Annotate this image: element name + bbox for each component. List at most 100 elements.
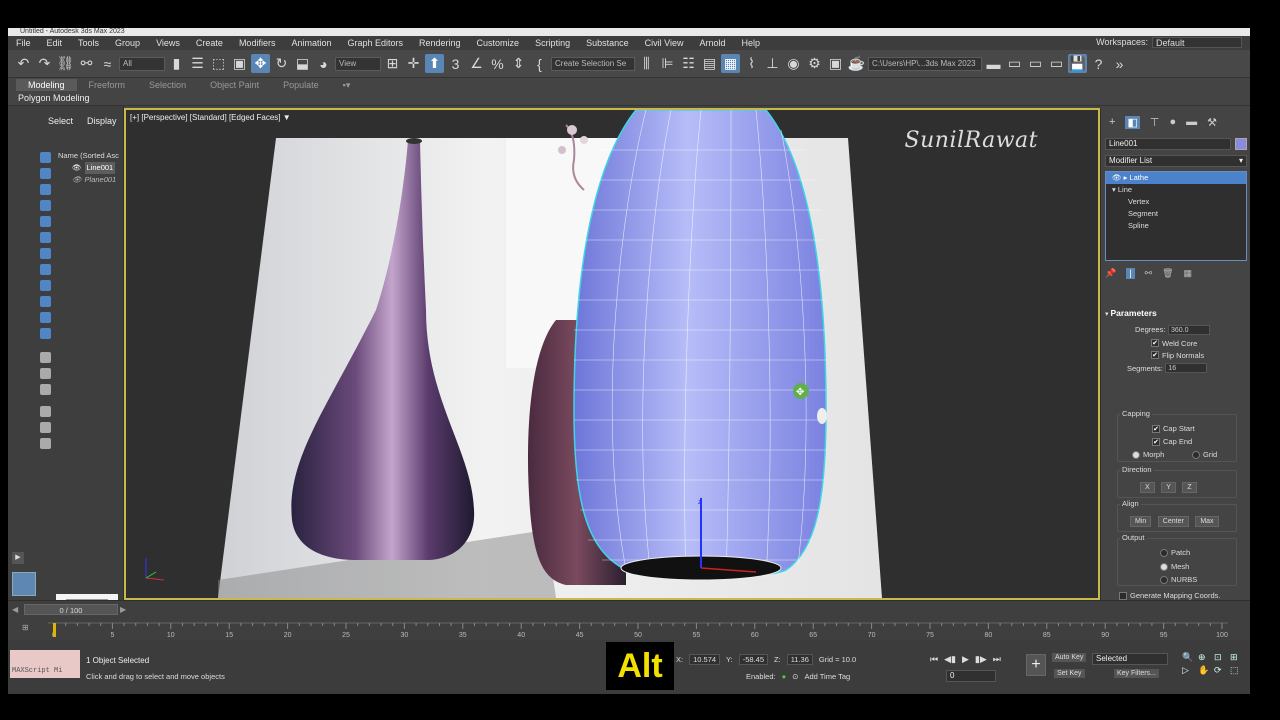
display-invert-icon[interactable] bbox=[40, 384, 51, 395]
filter-lights-icon[interactable] bbox=[40, 184, 51, 195]
direction-x-button[interactable]: X bbox=[1140, 482, 1155, 493]
stack-item-lathe[interactable]: 👁 ▸ Lathe bbox=[1106, 172, 1246, 184]
filter-hidden-icon[interactable] bbox=[40, 328, 51, 339]
z-coord-field[interactable]: 11.36 bbox=[786, 654, 813, 665]
mesh-row[interactable]: Mesh bbox=[1160, 561, 1189, 571]
filter-frozen-icon[interactable] bbox=[40, 312, 51, 323]
maximize-toggle-icon[interactable]: ⬚ bbox=[1230, 665, 1244, 676]
object-name-field[interactable]: Line001 bbox=[1105, 138, 1231, 150]
undo-icon[interactable]: ↶ bbox=[14, 54, 33, 73]
redo-icon[interactable]: ↷ bbox=[35, 54, 54, 73]
fov-icon[interactable]: ▷ bbox=[1182, 665, 1196, 676]
stack-item-segment[interactable]: Segment bbox=[1106, 208, 1246, 220]
material-editor-icon[interactable]: ◉ bbox=[784, 54, 803, 73]
filter-shapes-icon[interactable] bbox=[40, 168, 51, 179]
pin-stack-icon[interactable]: 📌 bbox=[1105, 268, 1116, 279]
next-frame-icon[interactable]: ▮▶ bbox=[975, 654, 987, 665]
workspaces-dropdown[interactable]: Default bbox=[1152, 37, 1242, 48]
go-to-start-icon[interactable]: ⏮ bbox=[930, 654, 938, 665]
patch-row[interactable]: Patch bbox=[1160, 547, 1190, 557]
pan-icon[interactable]: ✋ bbox=[1198, 665, 1212, 676]
menu-customize[interactable]: Customize bbox=[469, 38, 528, 48]
filter-groups-icon[interactable] bbox=[40, 248, 51, 259]
motion-tab-icon[interactable]: ● bbox=[1169, 116, 1176, 129]
visibility-eye-icon[interactable]: 👁 bbox=[72, 174, 82, 186]
rendered-frame-icon[interactable]: ▣ bbox=[826, 54, 845, 73]
select-rotate-icon[interactable]: ↻ bbox=[272, 54, 291, 73]
menu-group[interactable]: Group bbox=[107, 38, 148, 48]
select-by-name-icon[interactable]: ☰ bbox=[188, 54, 207, 73]
y-coord-field[interactable]: -58.45 bbox=[738, 654, 769, 665]
menu-arnold[interactable]: Arnold bbox=[691, 38, 733, 48]
ribbon-subtitle[interactable]: Polygon Modeling bbox=[18, 92, 90, 104]
select-move-icon[interactable]: ✥ bbox=[251, 54, 270, 73]
stack-item-spline[interactable]: Spline bbox=[1106, 220, 1246, 232]
ribbon-tab-modeling[interactable]: Modeling bbox=[16, 79, 77, 91]
link-icon[interactable]: ⛓ bbox=[56, 54, 75, 73]
filter-spacewarps-icon[interactable] bbox=[40, 232, 51, 243]
hierarchy-tab-icon[interactable]: ⊤ bbox=[1150, 116, 1160, 129]
play-icon[interactable]: ▶ bbox=[962, 654, 969, 665]
time-tag-icon[interactable]: ⊙ bbox=[792, 672, 798, 681]
filter-helpers-icon[interactable] bbox=[40, 216, 51, 227]
render-setup-icon[interactable]: ⚙ bbox=[805, 54, 824, 73]
menu-help[interactable]: Help bbox=[733, 38, 768, 48]
funnel-icon[interactable] bbox=[40, 422, 51, 433]
key-filters-button[interactable]: Key Filters... bbox=[1114, 669, 1159, 678]
auto-key-button[interactable]: Auto Key bbox=[1052, 653, 1087, 662]
menu-tools[interactable]: Tools bbox=[70, 38, 107, 48]
edit-named-sel-icon[interactable]: { bbox=[530, 54, 549, 73]
file-icon-3[interactable]: ▭ bbox=[1047, 54, 1066, 73]
save-icon[interactable]: 💾 bbox=[1068, 54, 1087, 73]
percent-snap-icon[interactable]: % bbox=[488, 54, 507, 73]
select-object-icon[interactable]: ▮ bbox=[167, 54, 186, 73]
help-icon[interactable]: ? bbox=[1089, 54, 1108, 73]
ribbon-tab-populate[interactable]: Populate bbox=[271, 79, 331, 91]
current-frame-field[interactable]: 0 bbox=[946, 670, 996, 682]
layer-explorer-icon[interactable]: ☷ bbox=[679, 54, 698, 73]
zoom-icon[interactable]: 🔍 bbox=[1182, 652, 1196, 663]
filter-bones-icon[interactable] bbox=[40, 280, 51, 291]
snaps-toggle-icon[interactable]: 3 bbox=[446, 54, 465, 73]
expand-arrow-icon[interactable]: ▶ bbox=[12, 552, 24, 564]
filter-geometry-icon[interactable] bbox=[40, 152, 51, 163]
visibility-eye-icon[interactable]: 👁 bbox=[72, 162, 82, 174]
x-coord-field[interactable]: 10.574 bbox=[689, 654, 721, 665]
rect-selection-icon[interactable]: ⬚ bbox=[209, 54, 228, 73]
align-min-button[interactable]: Min bbox=[1130, 516, 1152, 527]
ribbon-options-icon[interactable]: ▪▾ bbox=[331, 79, 363, 91]
filter-xrefs-icon[interactable] bbox=[40, 264, 51, 275]
menu-rendering[interactable]: Rendering bbox=[411, 38, 469, 48]
mesh-radio[interactable] bbox=[1160, 562, 1168, 571]
menu-views[interactable]: Views bbox=[148, 38, 188, 48]
orbit-icon[interactable]: ⟳ bbox=[1214, 665, 1228, 676]
viewport-label-text[interactable]: [+] [Perspective] [Standard] [Edged Face… bbox=[130, 113, 281, 122]
menu-create[interactable]: Create bbox=[188, 38, 231, 48]
manipulate-icon[interactable]: ✛ bbox=[404, 54, 423, 73]
timeline-next-icon[interactable]: ▶ bbox=[120, 605, 126, 614]
frame-ruler[interactable]: 0510152025303540455055606570758085909510… bbox=[48, 621, 1228, 639]
maxscript-listener[interactable]: MAXScript Mi bbox=[10, 650, 80, 678]
menu-file[interactable]: File bbox=[8, 38, 39, 48]
modifier-list-dropdown[interactable]: Modifier List ▾ bbox=[1105, 155, 1247, 167]
segments-spinner[interactable]: 16 bbox=[1165, 363, 1208, 374]
prev-frame-icon[interactable]: ◀▮ bbox=[944, 654, 956, 665]
angle-snap-icon[interactable]: ∠ bbox=[467, 54, 486, 73]
explorer-column-header[interactable]: Name (Sorted Asc bbox=[56, 150, 122, 162]
layer-icon[interactable] bbox=[40, 438, 51, 449]
mirror-icon[interactable]: ⫼ bbox=[637, 54, 656, 73]
align-icon[interactable]: ⊫ bbox=[658, 54, 677, 73]
direction-y-button[interactable]: Y bbox=[1161, 482, 1176, 493]
time-slider[interactable]: 0 / 100 bbox=[24, 604, 118, 615]
key-set-dropdown[interactable]: Selected bbox=[1092, 653, 1168, 665]
utilities-tab-icon[interactable]: ⚒ bbox=[1207, 116, 1217, 129]
object-color-swatch[interactable] bbox=[1235, 138, 1247, 150]
unlink-icon[interactable]: ⚯ bbox=[77, 54, 96, 73]
gen-mapping-row[interactable]: Generate Mapping Coords. bbox=[1105, 590, 1247, 600]
timeline-prev-icon[interactable]: ◀ bbox=[12, 605, 18, 614]
ref-coord-dropdown[interactable]: View bbox=[335, 56, 381, 71]
zoom-extents-icon[interactable]: ⊡ bbox=[1214, 652, 1228, 663]
explorer-tab-select[interactable]: Select bbox=[48, 116, 73, 126]
menu-civil-view[interactable]: Civil View bbox=[637, 38, 692, 48]
more-icon[interactable]: » bbox=[1110, 54, 1129, 73]
